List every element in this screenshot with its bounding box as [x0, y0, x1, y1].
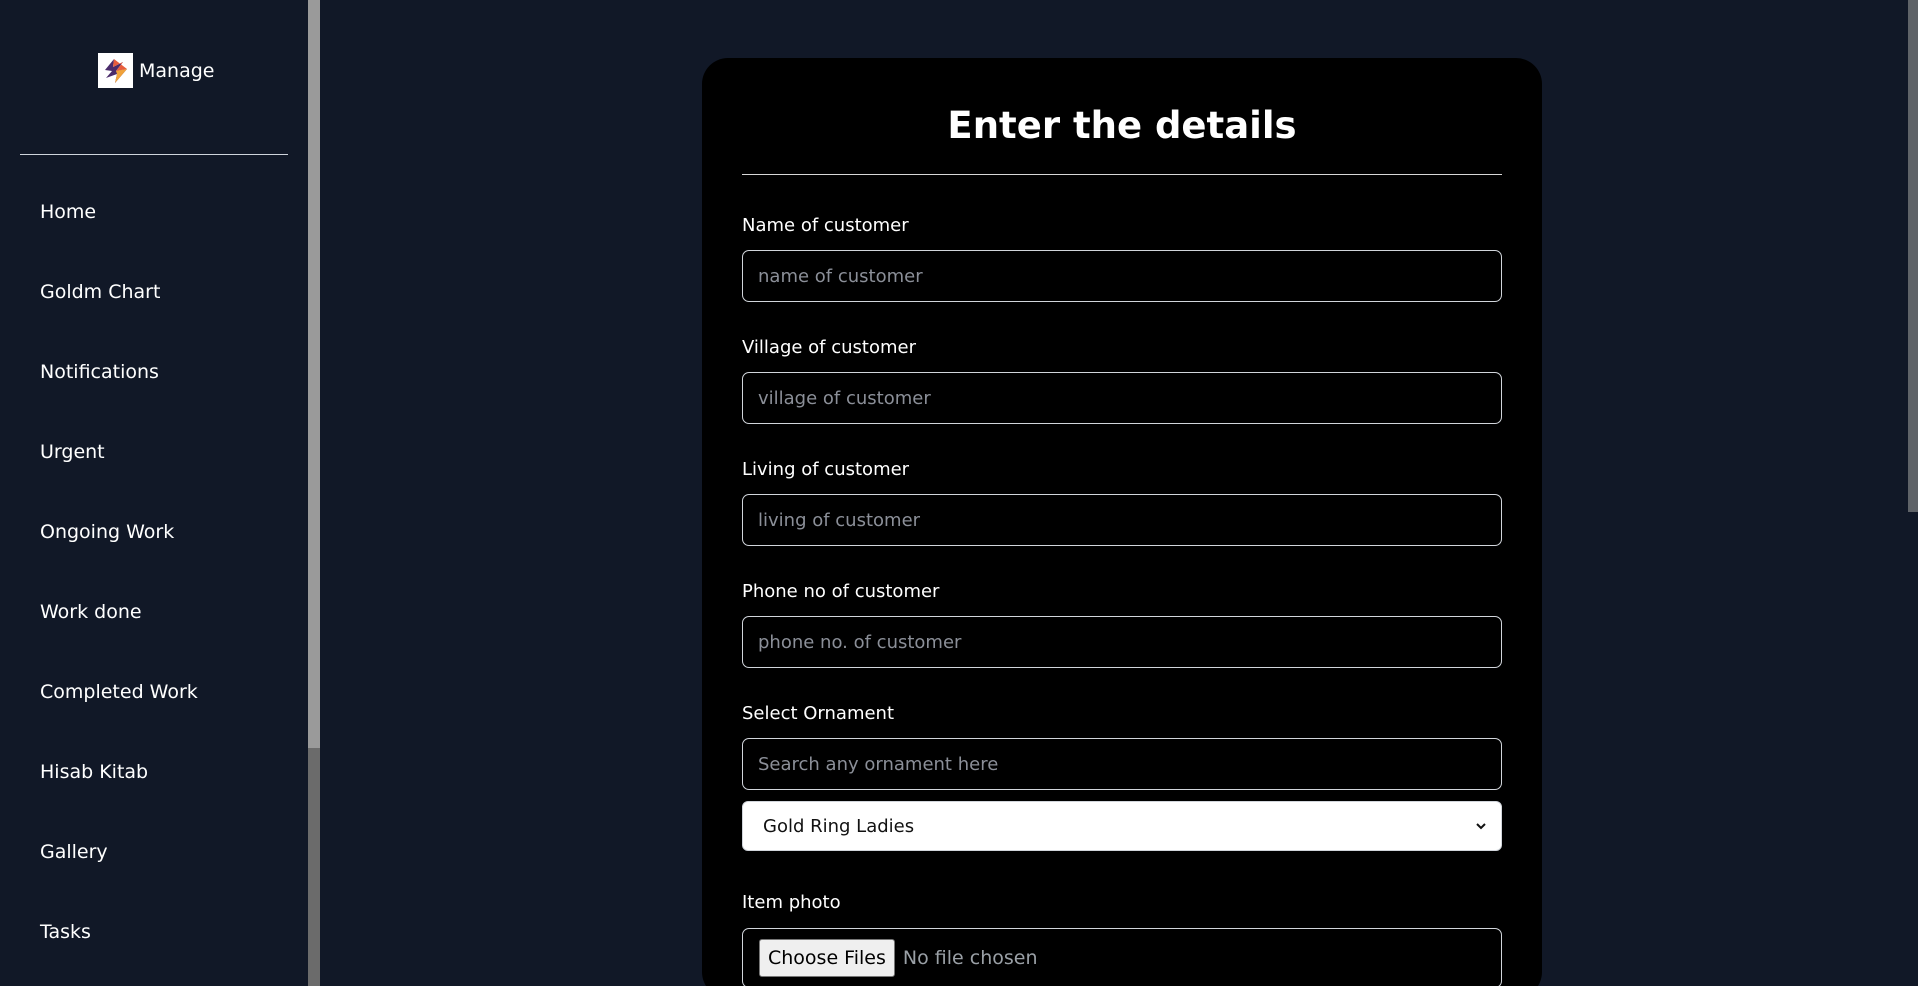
customer-village-label: Village of customer — [742, 337, 917, 358]
page-scrollbar-thumb[interactable] — [1908, 0, 1918, 512]
ornament-label: Select Ornament — [742, 703, 895, 724]
sidebar-item-work-done[interactable]: Work done — [0, 572, 308, 652]
sidebar-item-completed-work[interactable]: Completed Work — [0, 652, 308, 732]
sidebar-item-home[interactable]: Home — [0, 172, 308, 252]
form-divider — [742, 174, 1502, 175]
brand[interactable]: Manage — [98, 53, 214, 88]
customer-living-input[interactable] — [742, 494, 1502, 546]
details-form-card: Enter the details Name of customer Villa… — [702, 58, 1542, 986]
ornament-search-input[interactable] — [742, 738, 1502, 790]
file-status-text: No file chosen — [902, 947, 1038, 969]
sidebar-item-urgent[interactable]: Urgent — [0, 412, 308, 492]
customer-living-label: Living of customer — [742, 459, 910, 480]
app-root: Manage Home Goldm Chart Notifications Ur… — [0, 0, 1918, 986]
sidebar-item-ongoing-work[interactable]: Ongoing Work — [0, 492, 308, 572]
sidebar-item-notifications[interactable]: Notifications — [0, 332, 308, 412]
sidebar-item-tasks[interactable]: Tasks — [0, 892, 308, 972]
sidebar-scrollbar-thumb[interactable] — [308, 0, 320, 748]
sidebar-item-goldm-chart[interactable]: Goldm Chart — [0, 252, 308, 332]
customer-phone-input[interactable] — [742, 616, 1502, 668]
customer-phone-label: Phone no of customer — [742, 581, 940, 602]
form-title: Enter the details — [947, 104, 1297, 147]
item-photo-file-input[interactable]: Choose Files No file chosen — [742, 928, 1502, 986]
sidebar-item-hisab-kitab[interactable]: Hisab Kitab — [0, 732, 308, 812]
customer-name-input[interactable] — [742, 250, 1502, 302]
sidebar-divider — [20, 154, 288, 155]
sidebar-item-gallery[interactable]: Gallery — [0, 812, 308, 892]
sidebar-nav: Home Goldm Chart Notifications Urgent On… — [0, 172, 308, 972]
manage-logo-icon — [98, 53, 133, 88]
customer-name-label: Name of customer — [742, 215, 909, 236]
item-photo-label: Item photo — [742, 892, 841, 913]
choose-files-button[interactable]: Choose Files — [759, 939, 895, 977]
brand-name: Manage — [139, 59, 215, 82]
ornament-select[interactable]: Gold Ring Ladies — [742, 801, 1502, 851]
ornament-select-value: Gold Ring Ladies — [763, 815, 915, 837]
sidebar: Manage Home Goldm Chart Notifications Ur… — [0, 0, 308, 986]
chevron-down-icon — [1471, 816, 1491, 836]
customer-village-input[interactable] — [742, 372, 1502, 424]
